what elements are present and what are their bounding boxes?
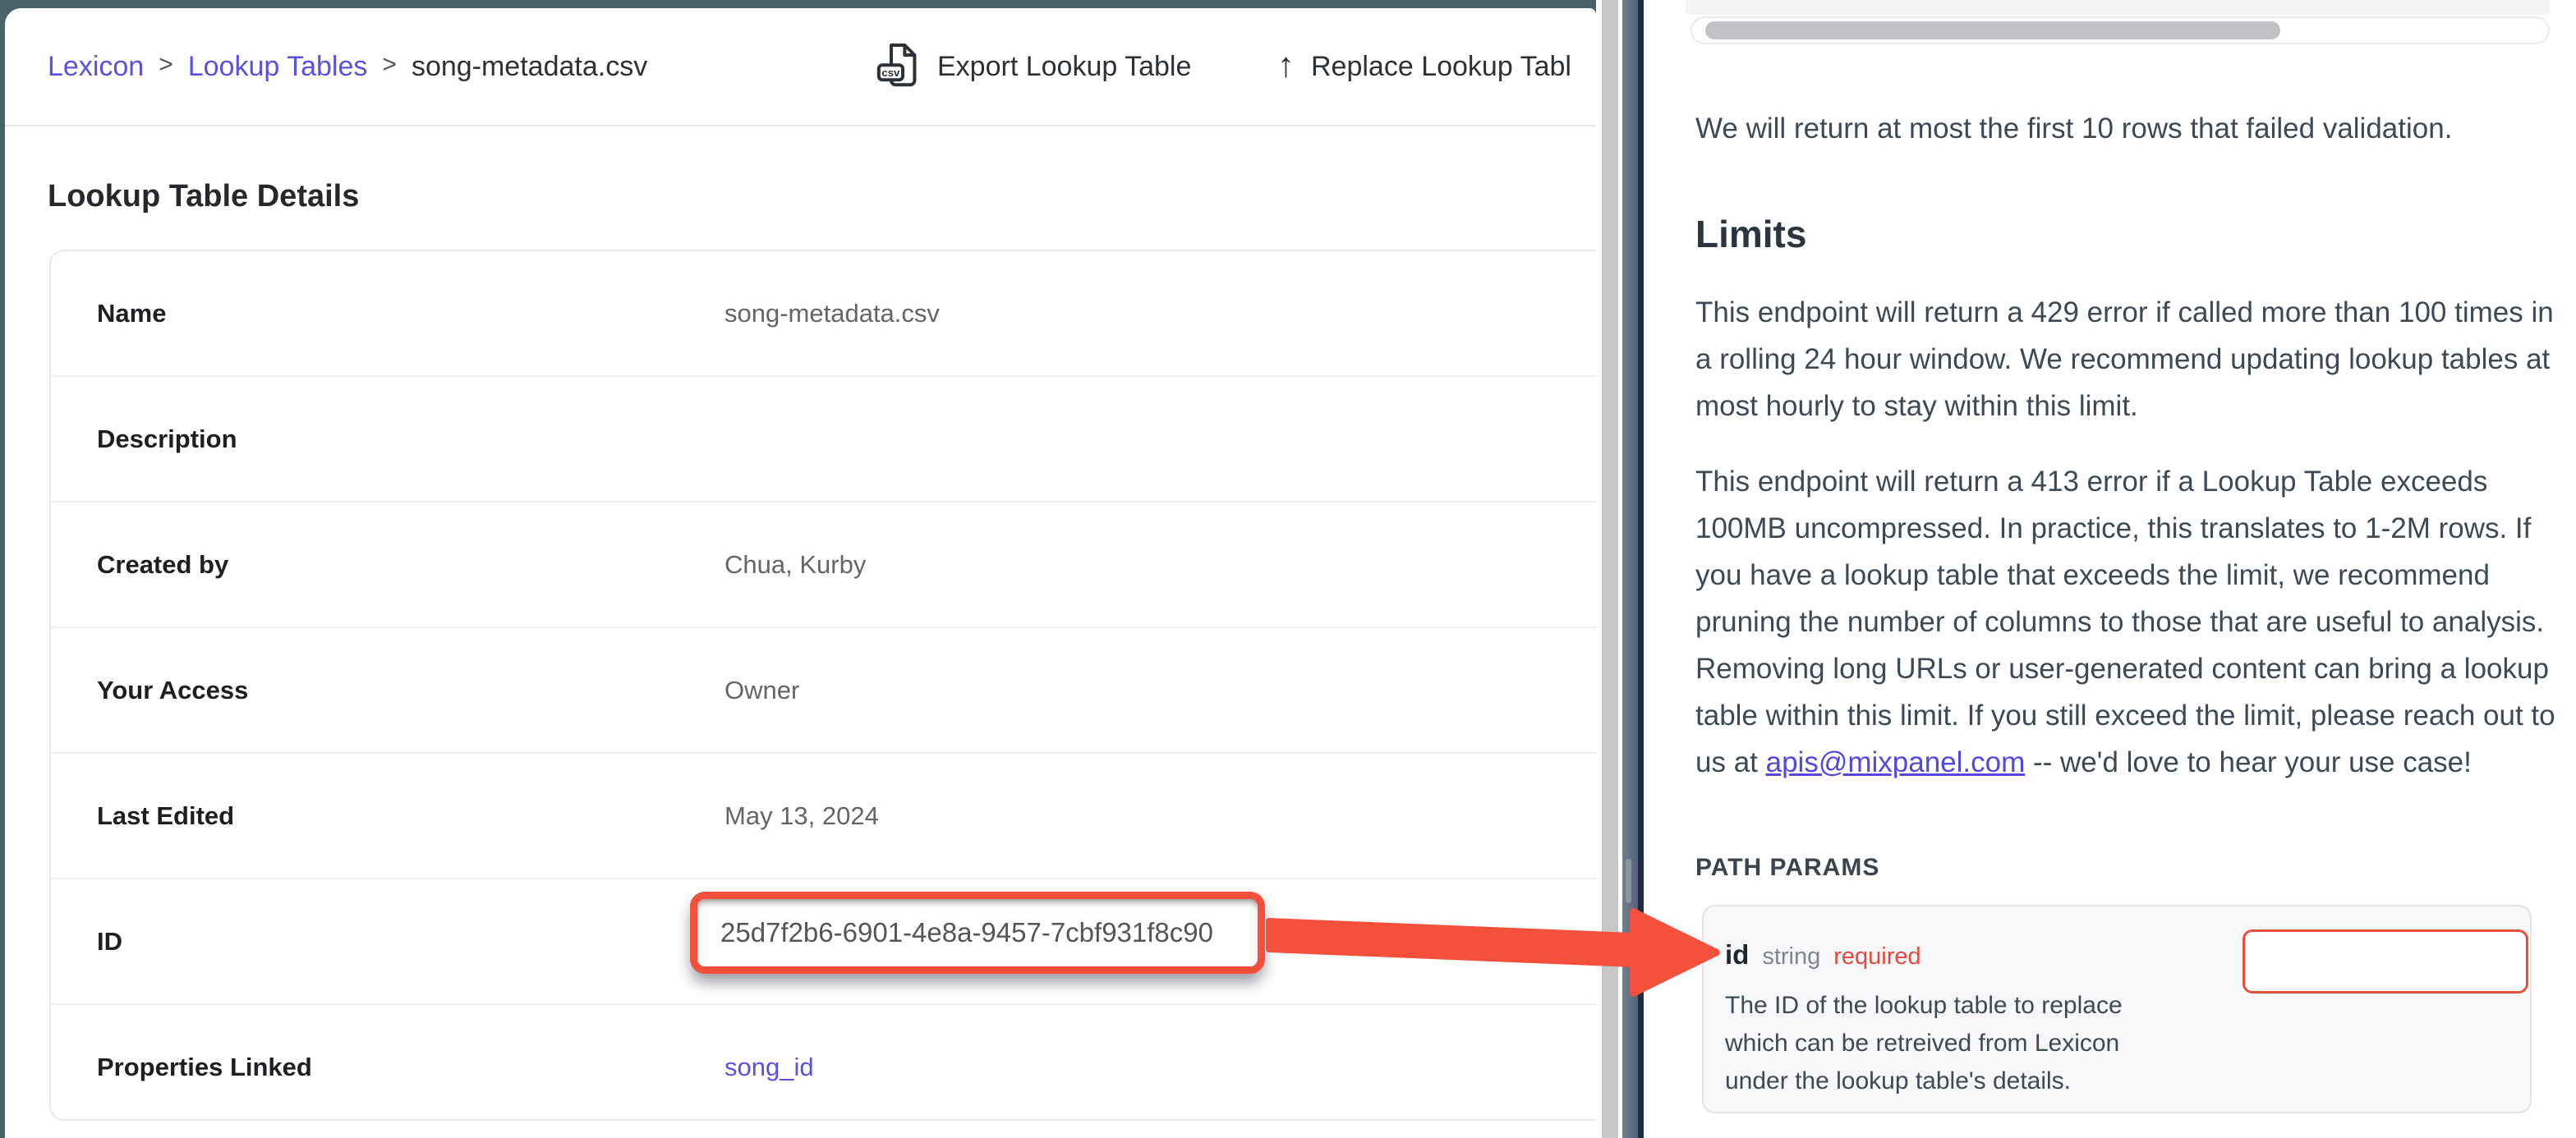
table-row-created-by: Created by Chua, Kurby: [51, 501, 1596, 626]
divider-scroll-thumb[interactable]: [1626, 859, 1631, 903]
row-label: Name: [51, 299, 680, 328]
page-title: Lookup Table Details: [48, 179, 359, 214]
replace-lookup-table-button[interactable]: ↑ Replace Lookup Tabl: [1277, 8, 1571, 125]
breadcrumb-lookup-tables[interactable]: Lookup Tables: [188, 51, 368, 83]
path-params-section-label: PATH PARAMS: [1695, 854, 1879, 882]
horizontal-scrollbar-thumb[interactable]: [1705, 21, 2280, 39]
row-label: Last Edited: [51, 801, 680, 831]
upload-arrow-icon: ↑: [1277, 45, 1295, 85]
properties-linked-link[interactable]: song_id: [724, 1053, 814, 1082]
export-button-label: Export Lookup Table: [937, 51, 1191, 83]
param-type: string: [1762, 943, 1820, 971]
param-description-line: under the lookup table's details.: [1725, 1062, 2123, 1100]
param-description-line: which can be retreived from Lexicon: [1725, 1025, 2123, 1062]
path-param-card: id string required The ID of the lookup …: [1702, 905, 2532, 1113]
lexicon-header: Lexicon > Lookup Tables > song-metadata.…: [5, 8, 1596, 126]
limits-paragraph-2-tail: -- we'd love to hear your use case!: [2025, 746, 2472, 778]
csv-file-icon: csv: [876, 41, 921, 93]
limits-paragraph-2: This endpoint will return a 413 error if…: [1695, 458, 2566, 786]
docs-table-bottom-sliver: [1686, 0, 2550, 15]
breadcrumb-separator-icon: >: [144, 51, 188, 79]
breadcrumb-separator-icon: >: [367, 51, 412, 79]
row-value: Owner: [724, 676, 799, 705]
row-label: ID: [51, 927, 680, 957]
split-divider: [1622, 0, 1638, 1138]
breadcrumb-lexicon[interactable]: Lexicon: [48, 51, 144, 83]
table-row-name: Name song-metadata.csv: [51, 251, 1596, 375]
row-label: Created by: [51, 550, 680, 580]
left-window-scrollbar[interactable]: [1602, 0, 1618, 1138]
lookup-table-details-card: Name song-metadata.csv Description Creat…: [49, 250, 1596, 1121]
table-row-description: Description: [51, 375, 1596, 501]
csv-icon-text: csv: [881, 67, 900, 79]
row-label: Your Access: [51, 676, 680, 705]
breadcrumb: Lexicon > Lookup Tables > song-metadata.…: [48, 8, 647, 125]
param-header: id string required: [1725, 939, 1921, 971]
limits-heading: Limits: [1695, 212, 1806, 256]
export-lookup-table-button[interactable]: csv Export Lookup Table: [876, 8, 1191, 125]
limits-paragraph-1: This endpoint will return a 429 error if…: [1695, 289, 2562, 429]
param-description-line: The ID of the lookup table to replace: [1725, 987, 2123, 1025]
breadcrumb-current-file: song-metadata.csv: [412, 51, 647, 83]
param-name: id: [1725, 939, 1749, 971]
row-value: May 13, 2024: [724, 801, 879, 831]
row-label: Description: [51, 424, 680, 454]
param-description: The ID of the lookup table to replace wh…: [1725, 987, 2123, 1100]
row-label: Properties Linked: [51, 1053, 680, 1082]
param-required-badge: required: [1833, 943, 1920, 971]
id-highlight-annotation: 25d7f2b6-6901-4e8a-9457-7cbf931f8c90: [690, 892, 1265, 974]
lookup-table-id-value: 25d7f2b6-6901-4e8a-9457-7cbf931f8c90: [697, 917, 1213, 948]
limits-paragraph-2-text: This endpoint will return a 413 error if…: [1695, 466, 2555, 778]
docs-intro-text: We will return at most the first 10 rows…: [1695, 105, 2562, 152]
param-id-input[interactable]: [2242, 929, 2528, 993]
split-divider-edge: [1638, 0, 1644, 1138]
screenshot-canvas: Lexicon > Lookup Tables > song-metadata.…: [0, 0, 2576, 1138]
replace-button-label: Replace Lookup Tabl: [1311, 51, 1571, 83]
row-value: song-metadata.csv: [724, 299, 940, 328]
row-value: Chua, Kurby: [724, 550, 866, 580]
table-row-properties-linked: Properties Linked song_id: [51, 1003, 1596, 1129]
mixpanel-email-link[interactable]: apis@mixpanel.com: [1766, 746, 2026, 778]
table-row-your-access: Your Access Owner: [51, 626, 1596, 752]
table-row-last-edited: Last Edited May 13, 2024: [51, 752, 1596, 878]
